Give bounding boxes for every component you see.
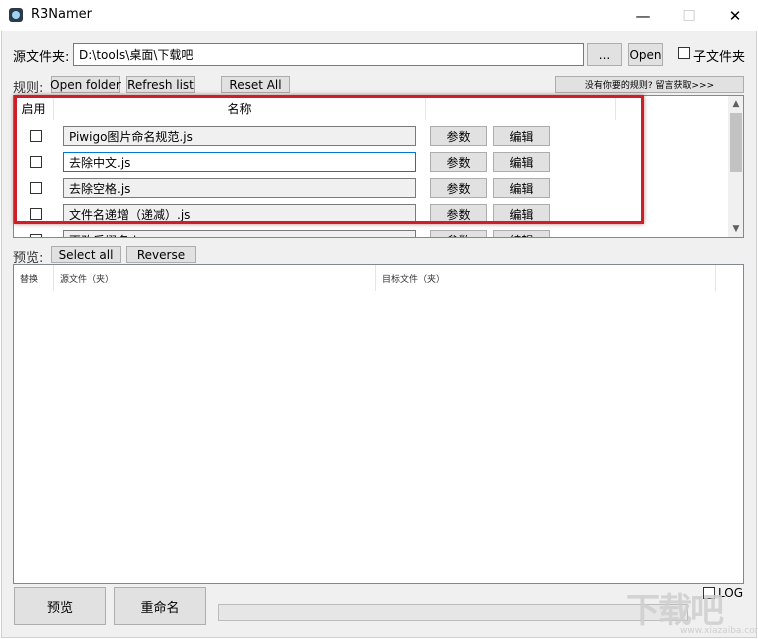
column-header-source[interactable]: 源文件（夹）: [54, 265, 376, 291]
rule-params-button[interactable]: 参数: [430, 230, 487, 237]
rule-edit-button[interactable]: 编辑: [493, 204, 550, 224]
rule-edit-button[interactable]: 编辑: [493, 126, 550, 146]
rule-name-field[interactable]: 去除中文.js: [63, 152, 416, 172]
refresh-list-button[interactable]: Refresh list: [126, 76, 195, 93]
column-header-replace[interactable]: 替换: [14, 265, 54, 291]
rule-row: 更改后缀名.js 参数 编辑: [14, 227, 729, 237]
title-bar: R3Namer — ☐ ✕: [0, 0, 758, 31]
watermark-url: www.xiazaiba.com: [680, 626, 758, 636]
source-path-input[interactable]: D:\tools\桌面\下载吧: [73, 43, 584, 66]
rule-edit-button[interactable]: 编辑: [493, 178, 550, 198]
rule-enable-checkbox[interactable]: [30, 208, 42, 220]
minimize-button[interactable]: —: [620, 0, 666, 31]
subfolder-checkbox[interactable]: [678, 47, 690, 59]
source-folder-label: 源文件夹:: [13, 50, 70, 65]
rule-enable-checkbox[interactable]: [30, 234, 42, 237]
browse-button[interactable]: ...: [587, 43, 622, 66]
rule-params-button[interactable]: 参数: [430, 204, 487, 224]
subfolder-label: 子文件夹: [693, 50, 746, 65]
rule-edit-button[interactable]: 编辑: [493, 230, 550, 237]
maximize-button[interactable]: ☐: [666, 0, 712, 31]
column-header-name[interactable]: 名称: [54, 96, 426, 120]
rule-params-button[interactable]: 参数: [430, 178, 487, 198]
rule-name-field[interactable]: 去除空格.js: [63, 178, 416, 198]
rule-enable-checkbox[interactable]: [30, 182, 42, 194]
column-header-target[interactable]: 目标文件（夹）: [376, 265, 716, 291]
window-title: R3Namer: [31, 7, 93, 22]
more-rules-link[interactable]: 没有你要的规则? 留言获取>>>: [555, 76, 744, 93]
rule-row: 去除空格.js 参数 编辑: [14, 175, 729, 201]
app-icon: [9, 8, 23, 22]
rule-edit-button[interactable]: 编辑: [493, 152, 550, 172]
preview-button[interactable]: 预览: [14, 587, 106, 625]
rule-params-button[interactable]: 参数: [430, 152, 487, 172]
column-header-actions: [426, 96, 616, 120]
scroll-up-icon[interactable]: ▲: [728, 96, 743, 112]
rule-name-field[interactable]: Piwigo图片命名规范.js: [63, 126, 416, 146]
rule-enable-checkbox[interactable]: [30, 156, 42, 168]
rule-params-button[interactable]: 参数: [430, 126, 487, 146]
rule-name-field[interactable]: 文件名递增（递减）.js: [63, 204, 416, 224]
progress-bar: [218, 604, 688, 621]
scroll-down-icon[interactable]: ▼: [728, 221, 743, 237]
column-header-enabled[interactable]: 启用: [14, 96, 54, 120]
rules-list: 启用 名称 Piwigo图片命名规范.js 参数 编辑 去除中文.js 参数 编…: [13, 95, 744, 238]
open-folder-button[interactable]: Open folder: [50, 76, 121, 93]
open-button[interactable]: Open: [628, 43, 663, 66]
select-all-button[interactable]: Select all: [51, 246, 121, 263]
watermark-text: 下载吧: [626, 591, 724, 631]
rules-label: 规则:: [13, 81, 44, 96]
rule-row: Piwigo图片命名规范.js 参数 编辑: [14, 123, 729, 149]
rule-enable-checkbox[interactable]: [30, 130, 42, 142]
reverse-button[interactable]: Reverse: [126, 246, 196, 263]
rule-row: 文件名递增（递减）.js 参数 编辑: [14, 201, 729, 227]
preview-list: 替换 源文件（夹） 目标文件（夹）: [13, 264, 744, 584]
rule-name-field[interactable]: 更改后缀名.js: [63, 230, 416, 237]
reset-all-button[interactable]: Reset All: [221, 76, 290, 93]
rename-button[interactable]: 重命名: [114, 587, 206, 625]
rules-scrollbar-thumb[interactable]: [730, 113, 742, 172]
close-button[interactable]: ✕: [712, 0, 758, 31]
rule-row: 去除中文.js 参数 编辑: [14, 149, 729, 175]
